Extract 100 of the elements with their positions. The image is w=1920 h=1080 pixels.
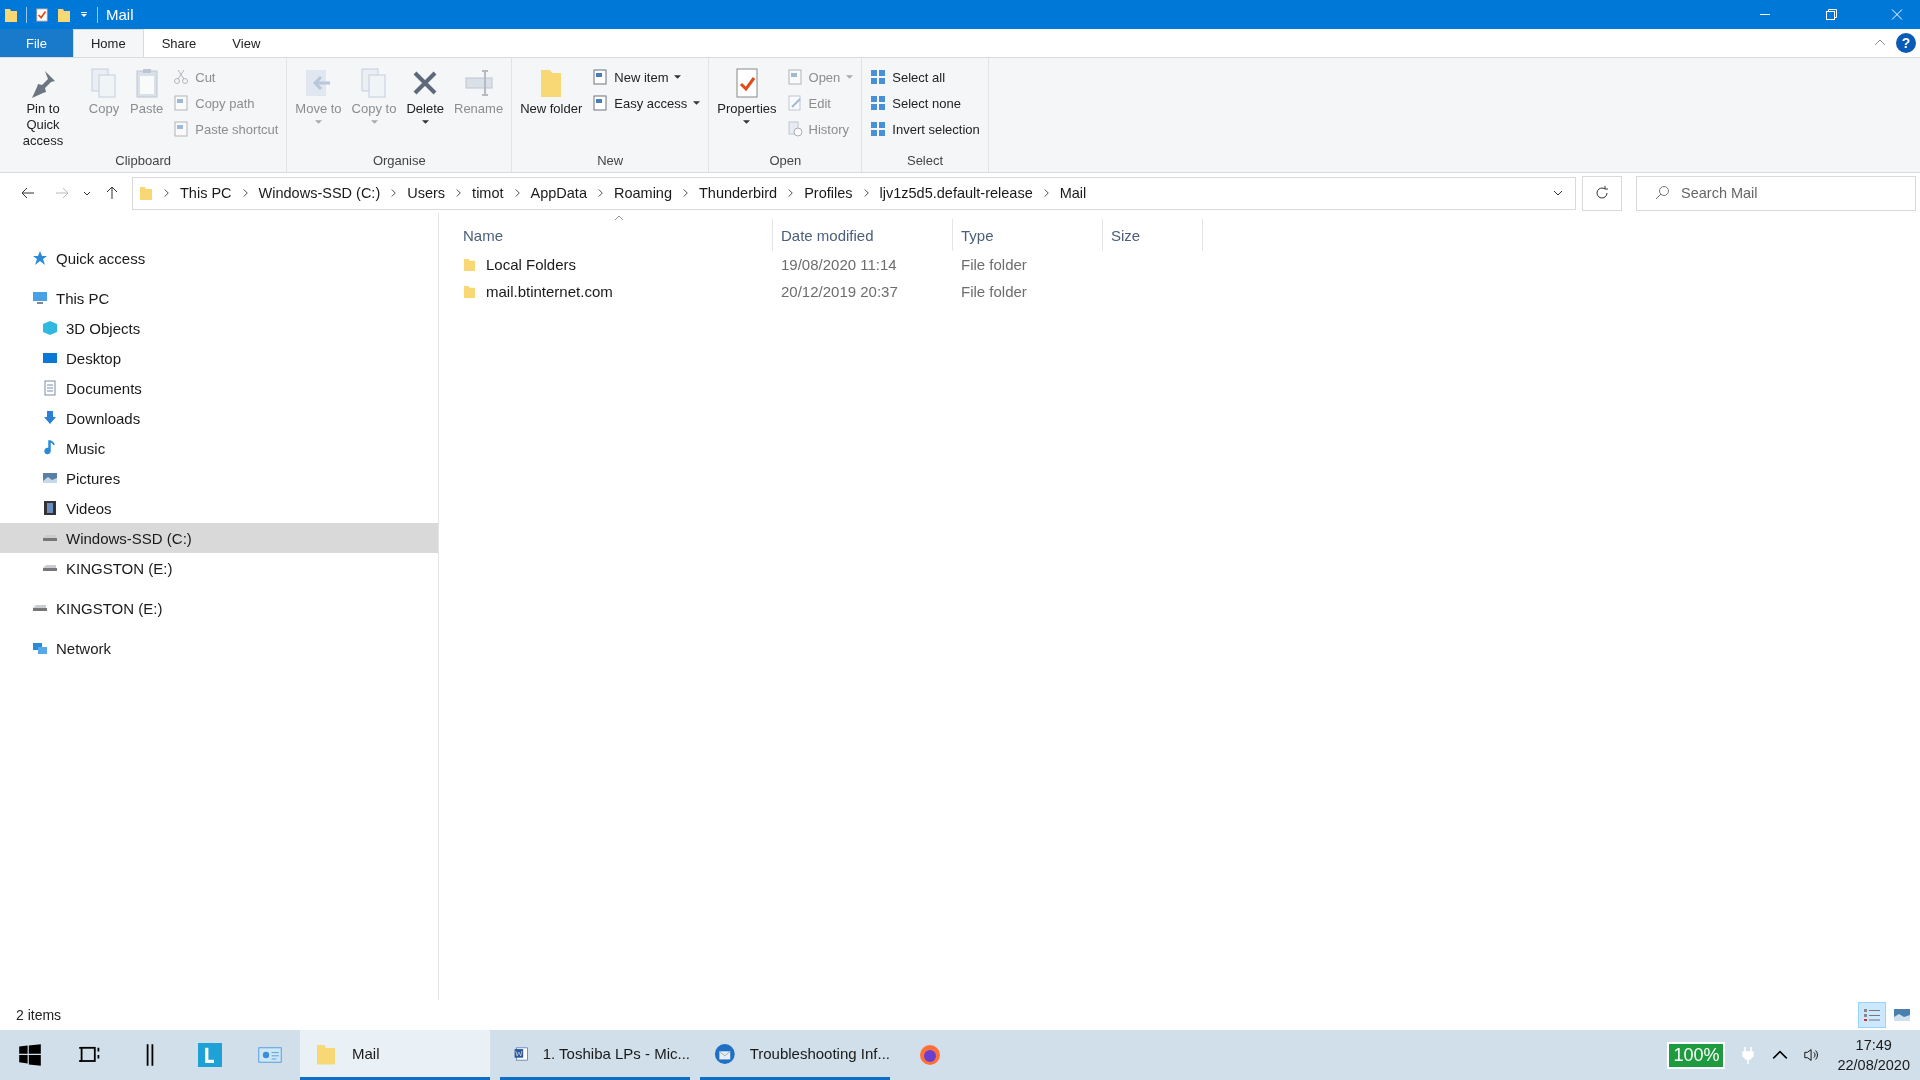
- picture-icon: [1893, 1008, 1911, 1022]
- column-header[interactable]: Type: [953, 219, 1103, 251]
- ribbon-button[interactable]: New folder: [516, 61, 587, 153]
- type-cell-text: File folder: [960, 283, 1028, 300]
- back-icon[interactable]: [20, 185, 36, 201]
- chevron-right-icon[interactable]: [1042, 188, 1050, 198]
- taskbar-window-button[interactable]: Mail: [300, 1030, 490, 1080]
- type-cell-text: File folder: [960, 256, 1028, 273]
- taskbar-window-button[interactable]: Troubleshooting Inf...: [700, 1030, 890, 1080]
- ribbon-button[interactable]: New item: [588, 65, 705, 89]
- folder-icon[interactable]: [57, 6, 71, 23]
- chevron-right-icon[interactable]: [682, 188, 689, 198]
- taskbar-window-button[interactable]: 1. Toshiba LPs - Mic...: [500, 1030, 690, 1080]
- group-label: Clipboard: [114, 153, 172, 170]
- file-name-cell[interactable]: mail.btinternet.com: [455, 283, 773, 300]
- drive-icon: [42, 564, 58, 572]
- sidebar-item[interactable]: Network: [0, 633, 438, 663]
- breadcrumb[interactable]: timot: [472, 185, 504, 201]
- network-icon: [32, 640, 48, 656]
- ribbon-button[interactable]: Easy access: [588, 91, 705, 115]
- group-label: Open: [768, 153, 803, 170]
- breadcrumb[interactable]: Mail: [1059, 185, 1087, 201]
- date-cell-text: 20/12/2019 20:37: [780, 283, 899, 300]
- sidebar-item[interactable]: KINGSTON (E:): [0, 553, 438, 583]
- download-icon: [42, 410, 58, 426]
- window-title: Mail: [106, 6, 134, 23]
- sidebar-item[interactable]: Documents: [0, 373, 438, 403]
- breadcrumb[interactable]: Profiles: [804, 185, 853, 201]
- group-label: New: [596, 153, 625, 170]
- sidebar-item[interactable]: Windows-SSD (C:): [0, 523, 438, 553]
- caret-icon: [674, 74, 682, 80]
- chevron-right-icon[interactable]: [787, 188, 795, 198]
- music-icon: [42, 440, 58, 456]
- search-icon: [1654, 184, 1670, 201]
- sidebar-item[interactable]: Videos: [0, 493, 438, 523]
- breadcrumb[interactable]: Windows-SSD (C:): [258, 185, 381, 201]
- chevron-right-icon[interactable]: [862, 188, 870, 198]
- sidebar-item[interactable]: Downloads: [0, 403, 438, 433]
- chevron-right-icon[interactable]: [455, 188, 463, 198]
- date-cell-text: 19/08/2020 11:14: [780, 256, 898, 273]
- chevron-right-icon[interactable]: [596, 188, 604, 198]
- clock-date[interactable]: 22/08/2020: [1837, 1055, 1910, 1075]
- chevron-right-icon[interactable]: [241, 188, 249, 198]
- group-label: Select: [905, 153, 945, 170]
- dropdown-icon[interactable]: [79, 9, 89, 20]
- ribbon-tab[interactable]: Home: [72, 29, 144, 57]
- group-label: Organise: [371, 153, 427, 170]
- sidebar-item[interactable]: KINGSTON (E:): [0, 593, 438, 623]
- checkmark-icon[interactable]: [35, 6, 49, 23]
- picture-icon: [42, 470, 58, 486]
- item-count: 2 items: [16, 1007, 62, 1023]
- caret-icon: [370, 120, 378, 125]
- chevron-right-icon[interactable]: [513, 188, 521, 198]
- drive-icon: [32, 604, 48, 612]
- ribbon-button[interactable]: Delete: [402, 61, 448, 153]
- chevron-right-icon[interactable]: [163, 188, 170, 198]
- chevron-right-icon[interactable]: [390, 188, 398, 198]
- sidebar-item[interactable]: Quick access: [0, 243, 438, 273]
- ribbon-button[interactable]: Properties: [713, 61, 781, 153]
- up-icon[interactable]: [104, 185, 120, 201]
- sidebar-item[interactable]: Desktop: [0, 343, 438, 373]
- address-bar[interactable]: This PC Windows-SSD (C:) Users timot AppData Roaming Thunderbird Profiles ljv1z5d5.default-release Mail: [132, 176, 1576, 210]
- column-header[interactable]: Date modified: [773, 219, 953, 251]
- ribbon-button[interactable]: Select all: [866, 65, 984, 89]
- pencil-icon: [786, 95, 803, 111]
- document-icon: [42, 380, 58, 396]
- sidebar-item[interactable]: Pictures: [0, 463, 438, 493]
- chevron-down-icon[interactable]: [1553, 188, 1563, 198]
- sidebar-item[interactable]: 3D Objects: [0, 313, 438, 343]
- search-field[interactable]: Search Mail: [1636, 175, 1916, 211]
- refresh-button[interactable]: [1582, 175, 1622, 211]
- drive-icon: [42, 534, 58, 542]
- list-icon: [1863, 1008, 1881, 1022]
- help-button[interactable]: ?: [1896, 33, 1916, 53]
- refresh-icon: [1594, 185, 1610, 201]
- breadcrumb[interactable]: Thunderbird: [699, 185, 778, 201]
- clock-time[interactable]: 17:49: [1855, 1035, 1892, 1055]
- column-header[interactable]: Name: [455, 219, 773, 251]
- breadcrumb[interactable]: ljv1z5d5.default-release: [879, 185, 1033, 201]
- sidebar-item[interactable]: This PC: [0, 283, 438, 313]
- breadcrumb[interactable]: This PC: [180, 185, 232, 201]
- breadcrumb[interactable]: Users: [407, 185, 446, 201]
- breadcrumb[interactable]: Roaming: [613, 185, 672, 201]
- ribbon-button[interactable]: Pin to Quick access: [4, 61, 82, 153]
- computer-icon: [32, 290, 48, 306]
- breadcrumb[interactable]: AppData: [530, 185, 587, 201]
- caret-icon: [693, 100, 701, 106]
- scissors-icon: [173, 69, 190, 85]
- cube-icon: [42, 320, 58, 336]
- caret-icon: [315, 120, 322, 125]
- caret-icon: [421, 120, 429, 125]
- column-header[interactable]: Size: [1103, 219, 1203, 251]
- details-view-button[interactable]: [1858, 1002, 1886, 1028]
- file-name-cell[interactable]: Local Folders: [455, 256, 773, 273]
- ribbon-tab[interactable]: File: [0, 29, 73, 57]
- caret-icon: [743, 120, 751, 125]
- sidebar-item[interactable]: Music: [0, 433, 438, 463]
- battery-percentage[interactable]: 100%: [1667, 1041, 1726, 1069]
- ribbon-button[interactable]: Invert selection: [866, 117, 984, 141]
- ribbon-button[interactable]: Select none: [866, 91, 984, 115]
